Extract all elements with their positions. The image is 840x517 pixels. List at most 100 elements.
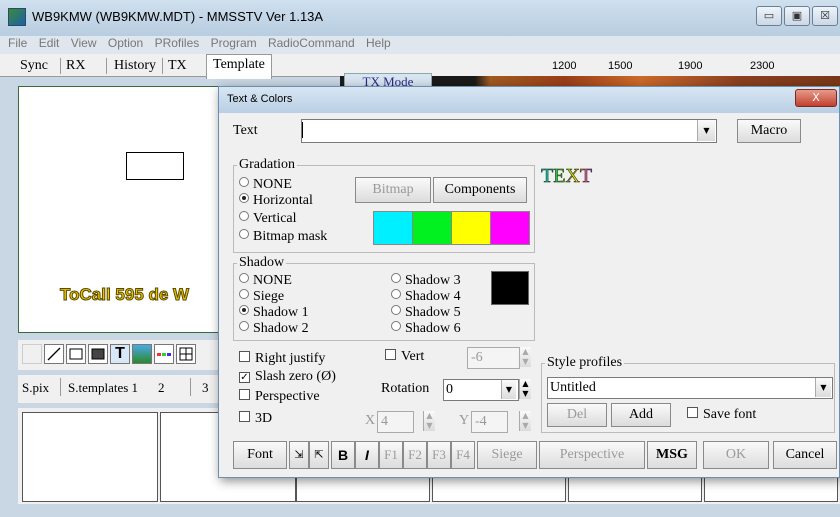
menu-view[interactable]: View [71, 36, 97, 50]
ok-button[interactable]: OK [703, 441, 769, 469]
freq-label: 1900 [678, 60, 703, 72]
image-icon[interactable] [132, 344, 152, 364]
bold-button[interactable]: B [331, 441, 355, 469]
gradation-color-1[interactable] [373, 211, 413, 245]
gradation-option-bitmap-mask[interactable]: Bitmap mask [239, 229, 327, 245]
radio-selected-icon [239, 193, 249, 203]
menu-file[interactable]: File [8, 36, 27, 50]
msg-button[interactable]: MSG [647, 441, 697, 469]
3d-label: 3D [255, 411, 273, 426]
gradation-option-vertical[interactable]: Vertical [239, 211, 297, 227]
text-icon[interactable]: T [110, 344, 130, 364]
siege-button[interactable]: Siege [477, 441, 537, 469]
font-button[interactable]: Font [233, 441, 287, 469]
chevron-down-icon[interactable]: ▼ [815, 378, 831, 397]
rect-icon[interactable] [66, 344, 86, 364]
components-button[interactable]: Components [433, 177, 527, 203]
expand-icon[interactable]: ⇱ [309, 441, 329, 469]
y-spinner[interactable]: ▲ ▼ [519, 411, 531, 431]
tab-stemplates-3[interactable]: 3 [202, 380, 209, 396]
italic-button[interactable]: I [355, 441, 379, 469]
save-font-checkbox[interactable]: Save font [687, 407, 756, 423]
radio-selected-icon [239, 305, 249, 315]
perspective-checkbox[interactable]: Perspective [239, 389, 320, 405]
style-profile-select[interactable]: Untitled [547, 377, 833, 399]
cancel-button[interactable]: Cancel [773, 441, 837, 469]
y-value-field[interactable]: -4 [471, 411, 508, 433]
shadow-option-shadow-6[interactable]: Shadow 6 [391, 321, 461, 337]
gradation-option-none[interactable]: NONE [239, 177, 292, 193]
menu-program[interactable]: Program [211, 36, 257, 50]
canvas-overlay-text[interactable]: ToCall 595 de W [59, 285, 189, 305]
freq-label: 2300 [750, 60, 775, 72]
gradation-color-3[interactable] [451, 211, 491, 245]
right-justify-checkbox[interactable]: Right justify [239, 351, 325, 367]
tab-divider [60, 58, 61, 74]
shadow-label: Shadow [237, 255, 287, 271]
close-button[interactable]: ☒ [812, 6, 838, 26]
3d-checkbox[interactable]: 3D [239, 411, 272, 427]
vert-value-field[interactable]: -6 [467, 347, 520, 369]
gradation-option-horizontal[interactable]: Horizontal [239, 193, 313, 209]
menu-option[interactable]: Option [108, 36, 143, 50]
tab-history[interactable]: History [114, 56, 156, 76]
filled-rect-icon[interactable] [88, 344, 108, 364]
menu-radiocommand[interactable]: RadioCommand [268, 36, 355, 50]
dialog-title: Text & Colors [227, 93, 293, 105]
tab-rx[interactable]: RX [66, 56, 85, 76]
vert-checkbox[interactable]: Vert [385, 349, 424, 365]
tab-stemplates-2[interactable]: 2 [158, 380, 165, 396]
x-value-field[interactable]: 4 [377, 411, 414, 433]
shadow-option-shadow-2[interactable]: Shadow 2 [239, 321, 309, 337]
f3-button[interactable]: F3 [427, 441, 451, 469]
macro-button[interactable]: Macro [737, 119, 801, 143]
rectangle-object[interactable] [126, 152, 184, 180]
menu-edit[interactable]: Edit [39, 36, 60, 50]
tab-stemplates-1[interactable]: S.templates 1 [68, 380, 138, 396]
f2-button[interactable]: F2 [403, 441, 427, 469]
radio-icon [239, 289, 249, 299]
f1-button[interactable]: F1 [379, 441, 403, 469]
gradation-vertical-label: Vertical [253, 211, 297, 226]
add-profile-button[interactable]: Add [611, 403, 671, 427]
text-input[interactable] [301, 119, 717, 143]
gradation-color-2[interactable] [412, 211, 452, 245]
tab-sync[interactable]: Sync [20, 56, 48, 76]
pointer-icon[interactable] [22, 344, 42, 364]
template-thumbnail[interactable] [22, 412, 158, 502]
shadow-option-siege[interactable]: Siege [239, 289, 284, 305]
radio-icon [391, 289, 401, 299]
shadow-color-swatch[interactable] [491, 271, 529, 305]
shrink-icon[interactable]: ⇲ [289, 441, 309, 469]
bitmap-button[interactable]: Bitmap [355, 177, 431, 203]
slash-zero-checkbox[interactable]: ✓ Slash zero (Ø) [239, 369, 336, 385]
dialog-title-bar[interactable] [219, 87, 839, 113]
vert-spinner[interactable]: ▲ ▼ [519, 347, 531, 367]
del-profile-button[interactable]: Del [547, 403, 607, 427]
rotation-spinner[interactable]: ▲ ▼ [519, 379, 531, 399]
perspective-button[interactable]: Perspective [539, 441, 645, 469]
shadow-option-shadow-1[interactable]: Shadow 1 [239, 305, 309, 321]
gradation-color-4[interactable] [490, 211, 530, 245]
minimize-button[interactable]: ▭ [756, 6, 782, 26]
vert-label: Vert [401, 349, 425, 364]
grid-icon[interactable] [176, 344, 196, 364]
dialog-close-button[interactable]: X [795, 89, 837, 107]
menu-profiles[interactable]: PRofiles [155, 36, 200, 50]
menu-help[interactable]: Help [366, 36, 391, 50]
tab-tx[interactable]: TX [168, 56, 187, 76]
tab-template[interactable]: Template [206, 54, 272, 79]
f4-button[interactable]: F4 [451, 441, 475, 469]
maximize-button[interactable]: ▣ [784, 6, 810, 26]
shadow-option-shadow-4[interactable]: Shadow 4 [391, 289, 461, 305]
freq-label: 1500 [608, 60, 633, 72]
line-icon[interactable] [44, 344, 64, 364]
shadow-option-none[interactable]: NONE [239, 273, 292, 289]
shadow-option-shadow-5[interactable]: Shadow 5 [391, 305, 461, 321]
shadow-option-shadow-3[interactable]: Shadow 3 [391, 273, 461, 289]
tab-spix[interactable]: S.pix [22, 380, 49, 396]
color-bar-icon[interactable] [154, 344, 174, 364]
chevron-down-icon[interactable]: ▼ [697, 120, 715, 141]
chevron-down-icon[interactable]: ▼ [501, 380, 516, 399]
x-spinner[interactable]: ▲ ▼ [423, 411, 435, 431]
